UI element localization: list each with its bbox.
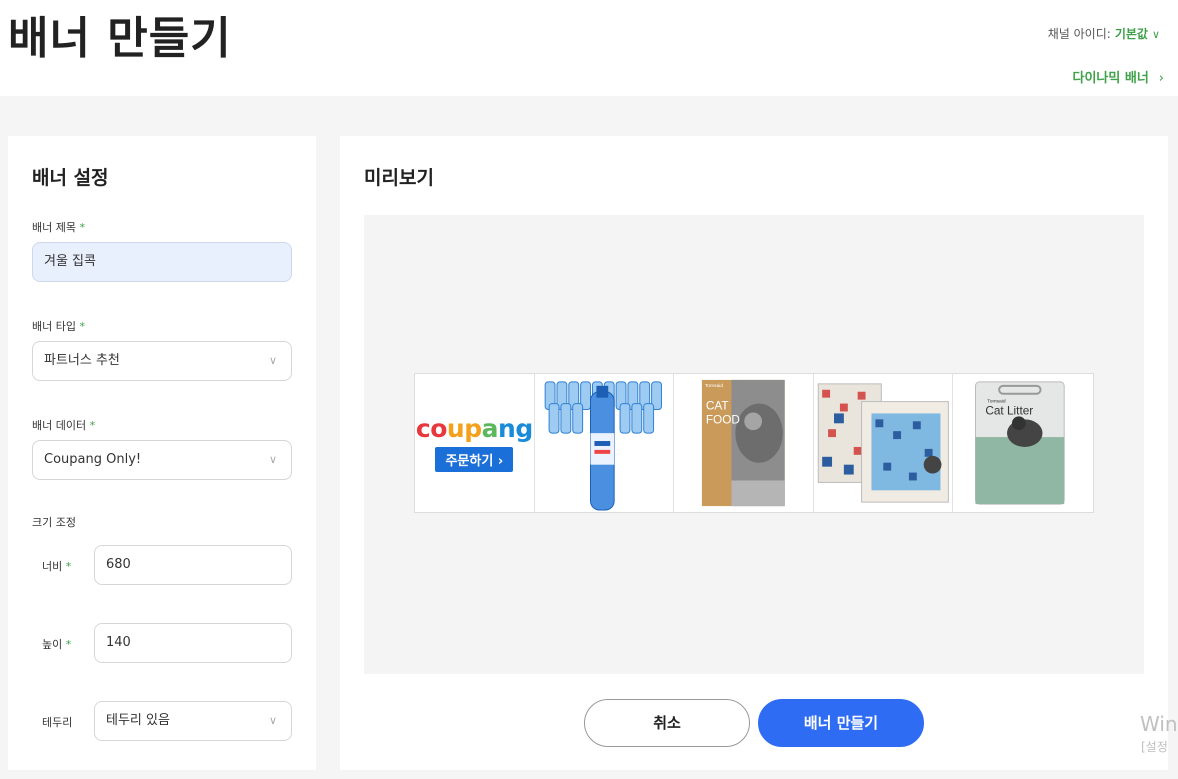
- border-select[interactable]: 테두리 있음 ∨: [94, 701, 292, 741]
- order-button[interactable]: 주문하기 ›: [435, 447, 514, 472]
- litter-name: Cat Litter: [986, 403, 1034, 417]
- required-mark: *: [79, 221, 85, 234]
- height-label: 높이 *: [42, 636, 71, 652]
- puzzle-box-icon: [817, 383, 949, 503]
- border-value[interactable]: 테두리 있음: [106, 713, 170, 728]
- preview-area: coupang 주문하기 › Tomsaid CAT FOOD Tomsaid …: [364, 215, 1144, 674]
- product-cat-litter[interactable]: Tomsaid Cat Litter: [953, 374, 1093, 512]
- product-puzzle[interactable]: [814, 374, 954, 512]
- product-cat-food[interactable]: Tomsaid CAT FOOD: [674, 374, 814, 512]
- height-value[interactable]: 140: [106, 635, 131, 650]
- banner-title-label-text: 배너 제목: [32, 221, 76, 234]
- create-banner-button[interactable]: 배너 만들기: [758, 699, 924, 747]
- required-mark: *: [89, 419, 96, 432]
- banner-title-value[interactable]: 겨울 집콕: [44, 254, 96, 269]
- banner-settings-panel: 배너 설정 배너 제목 * 겨울 집콕 배너 타입 * 파트너스 추천 ∨ 배너…: [8, 136, 316, 770]
- cat-food-bag-icon: Tomsaid CAT FOOD: [702, 379, 785, 507]
- catfood-line1: CAT: [706, 398, 729, 412]
- page-title: 배너 만들기: [8, 13, 232, 64]
- required-mark: *: [79, 320, 85, 333]
- required-mark: *: [65, 638, 72, 651]
- banner-title-label: 배너 제목 *: [32, 219, 85, 235]
- banner-preview[interactable]: coupang 주문하기 › Tomsaid CAT FOOD Tomsaid …: [414, 373, 1094, 513]
- banner-data-label: 배너 데이터 *: [32, 417, 95, 433]
- height-input[interactable]: 140: [94, 623, 292, 663]
- width-value[interactable]: 680: [106, 557, 131, 572]
- chevron-down-icon[interactable]: ∨: [269, 702, 277, 740]
- border-label: 테두리: [42, 716, 73, 729]
- width-label: 너비 *: [42, 558, 71, 574]
- preview-panel: 미리보기 coupang 주문하기 › Tomsaid CAT FOOD Tom…: [340, 136, 1168, 770]
- banner-data-value[interactable]: Coupang Only!: [44, 452, 141, 467]
- channel-value[interactable]: 기본값: [1115, 27, 1148, 41]
- banner-type-value[interactable]: 파트너스 추천: [44, 353, 120, 368]
- width-label-text: 너비: [42, 560, 63, 573]
- water-bottle-icon: [544, 381, 662, 511]
- chevron-down-icon[interactable]: ∨: [1152, 28, 1160, 41]
- cancel-button[interactable]: 취소: [584, 699, 750, 747]
- banner-title-input[interactable]: 겨울 집콕: [32, 242, 292, 282]
- size-label: 크기 조정: [32, 516, 76, 529]
- required-mark: *: [65, 560, 72, 573]
- dynamic-banner-link[interactable]: 다이나믹 배너 ›: [1073, 67, 1165, 86]
- windows-watermark-sub: [설정: [1141, 740, 1168, 754]
- settings-title: 배너 설정: [32, 167, 109, 189]
- product-sparkling-water[interactable]: [535, 374, 675, 512]
- dynamic-banner-label[interactable]: 다이나믹 배너: [1073, 71, 1149, 86]
- chevron-down-icon[interactable]: ∨: [269, 342, 277, 380]
- coupang-logo-cell[interactable]: coupang 주문하기 ›: [415, 374, 535, 512]
- chevron-down-icon[interactable]: ∨: [269, 441, 277, 479]
- chevron-right-icon[interactable]: ›: [1159, 71, 1164, 86]
- width-input[interactable]: 680: [94, 545, 292, 585]
- cat-litter-bag-icon: Tomsaid Cat Litter: [975, 381, 1066, 505]
- coupang-logo: coupang: [415, 414, 533, 443]
- banner-data-select[interactable]: Coupang Only! ∨: [32, 440, 292, 480]
- catfood-brand: Tomsaid: [705, 383, 724, 389]
- windows-watermark: Win: [1140, 712, 1178, 736]
- banner-type-select[interactable]: 파트너스 추천 ∨: [32, 341, 292, 381]
- catfood-line2: FOOD: [706, 412, 740, 426]
- banner-data-label-text: 배너 데이터: [32, 419, 87, 432]
- banner-type-label-text: 배너 타입: [32, 320, 76, 333]
- channel-selector[interactable]: 채널 아이디: 기본값 ∨: [1048, 25, 1160, 42]
- height-label-text: 높이: [42, 638, 63, 651]
- banner-type-label: 배너 타입 *: [32, 318, 85, 334]
- preview-title: 미리보기: [364, 167, 434, 189]
- page-header: 배너 만들기 채널 아이디: 기본값 ∨ 다이나믹 배너 ›: [0, 0, 1178, 96]
- channel-label: 채널 아이디:: [1047, 27, 1111, 41]
